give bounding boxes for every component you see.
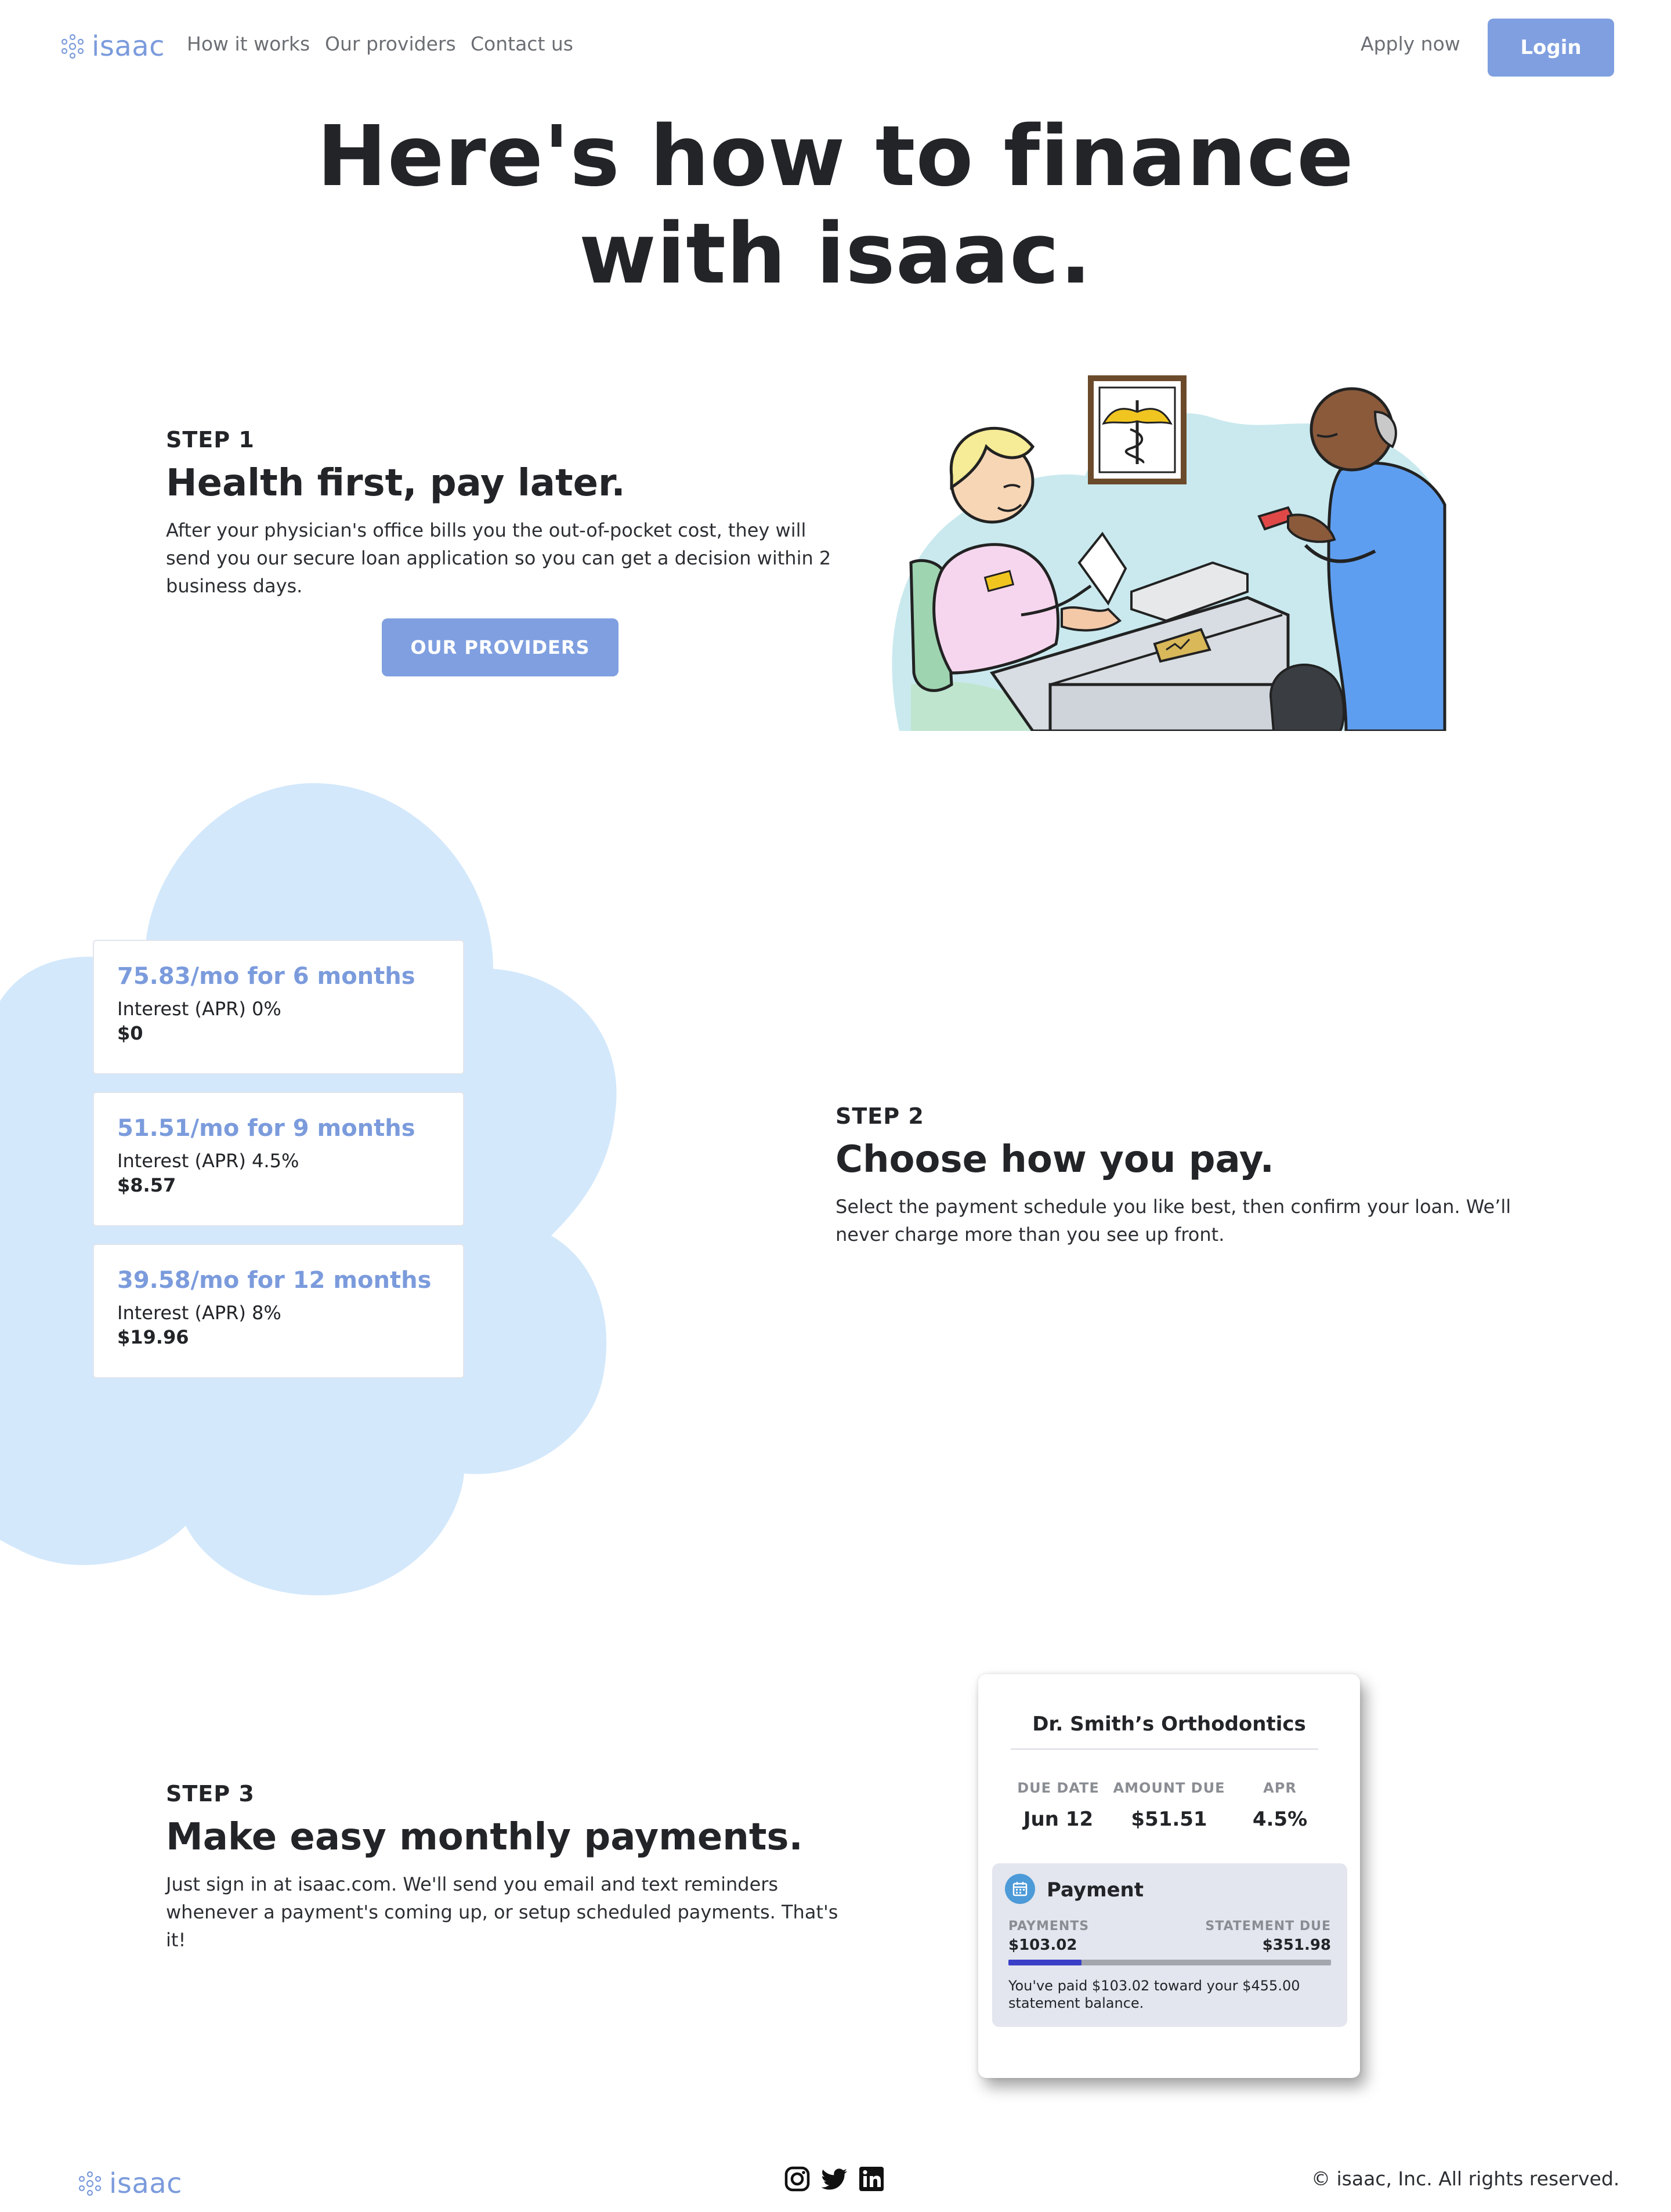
page-title-line-2: with isaac. xyxy=(578,205,1093,302)
apply-now-link[interactable]: Apply now xyxy=(1361,32,1460,55)
provider-name: Dr. Smith’s Orthodontics xyxy=(1032,1713,1306,1736)
amount-due-value: $51.51 xyxy=(1131,1808,1207,1831)
doctor-office-illustration xyxy=(892,375,1446,731)
billing-summary-card: Dr. Smith’s Orthodontics DUE DATE Jun 12… xyxy=(978,1674,1360,2078)
option-rate: 51.51/mo for 9 months xyxy=(117,1115,415,1142)
apr-label: APR xyxy=(1263,1780,1297,1796)
payments-value: $103.02 xyxy=(1008,1936,1077,1954)
step-3-label: STEP 3 xyxy=(166,1781,255,1806)
logo-dots-icon xyxy=(78,2171,102,2196)
step-2-description: Select the payment schedule you like bes… xyxy=(836,1196,1511,1246)
top-navigation: isaac How it works Our providers Contact… xyxy=(0,0,1671,93)
payment-option-6-months[interactable]: 75.83/mo for 6 months Interest (APR) 0% … xyxy=(93,940,464,1074)
payment-option-12-months[interactable]: 39.58/mo for 12 months Interest (APR) 8%… xyxy=(93,1244,464,1378)
step-1-label: STEP 1 xyxy=(166,427,255,452)
due-date-column: DUE DATE Jun 12 xyxy=(1000,1780,1116,1831)
step-2-label: STEP 2 xyxy=(836,1103,924,1129)
logo-text: isaac xyxy=(92,30,165,63)
option-apr: Interest (APR) 0% xyxy=(117,998,281,1020)
option-interest-cost: $0 xyxy=(117,1022,143,1044)
due-date-label: DUE DATE xyxy=(1017,1780,1099,1796)
step-1-title: Health first, pay later. xyxy=(166,462,625,505)
apr-value: 4.5% xyxy=(1252,1808,1308,1831)
login-button[interactable]: Login xyxy=(1488,19,1614,77)
step-1-description: After your physician's office bills you … xyxy=(166,519,831,597)
option-apr: Interest (APR) 8% xyxy=(117,1302,281,1324)
payments-label: PAYMENTS xyxy=(1008,1919,1090,1934)
linkedin-icon[interactable] xyxy=(858,2165,885,2193)
payment-heading: Payment xyxy=(1047,1878,1144,1902)
footer-isaac-logo[interactable]: isaac xyxy=(75,2167,182,2200)
step-3-title: Make easy monthly payments. xyxy=(166,1816,803,1859)
isaac-logo[interactable]: isaac xyxy=(58,30,165,63)
payment-option-9-months[interactable]: 51.51/mo for 9 months Interest (APR) 4.5… xyxy=(93,1092,464,1226)
apr-column: APR 4.5% xyxy=(1222,1780,1338,1831)
copyright-text: © isaac, Inc. All rights reserved. xyxy=(1311,2167,1620,2190)
instagram-icon[interactable] xyxy=(783,2165,811,2193)
twitter-icon[interactable] xyxy=(820,2165,848,2193)
option-rate: 39.58/mo for 12 months xyxy=(117,1267,432,1294)
option-interest-cost: $8.57 xyxy=(117,1174,176,1196)
step-3-description: Just sign in at isaac.com. We'll send yo… xyxy=(166,1873,838,1951)
option-rate: 75.83/mo for 6 months xyxy=(117,963,415,990)
page-title: Here's how to finance with isaac. xyxy=(255,107,1416,302)
payment-progress-bar xyxy=(1008,1960,1331,1965)
nav-link-how-it-works[interactable]: How it works xyxy=(187,32,310,55)
payment-panel: Payment PAYMENTS STATEMENT DUE $103.02 $… xyxy=(992,1863,1347,2027)
logo-text: isaac xyxy=(109,2167,183,2200)
logo-dots-icon xyxy=(61,34,84,59)
payment-progress-note: You've paid $103.02 toward your $455.00 … xyxy=(1008,1978,1300,2011)
nav-link-contact-us[interactable]: Contact us xyxy=(471,32,573,55)
amount-due-column: AMOUNT DUE $51.51 xyxy=(1111,1780,1227,1831)
amount-due-label: AMOUNT DUE xyxy=(1113,1780,1225,1796)
option-interest-cost: $19.96 xyxy=(117,1326,189,1348)
statement-due-label: STATEMENT DUE xyxy=(1205,1919,1331,1934)
calendar-icon xyxy=(1005,1874,1035,1904)
payment-progress-fill xyxy=(1008,1960,1082,1965)
divider xyxy=(1011,1748,1318,1750)
option-apr: Interest (APR) 4.5% xyxy=(117,1150,299,1172)
due-date-value: Jun 12 xyxy=(1023,1808,1094,1831)
nav-link-our-providers[interactable]: Our providers xyxy=(325,32,456,55)
page-title-line-1: Here's how to finance xyxy=(317,107,1354,205)
our-providers-button[interactable]: OUR PROVIDERS xyxy=(382,618,619,676)
step-2-title: Choose how you pay. xyxy=(836,1138,1274,1181)
statement-due-value: $351.98 xyxy=(1262,1936,1331,1954)
